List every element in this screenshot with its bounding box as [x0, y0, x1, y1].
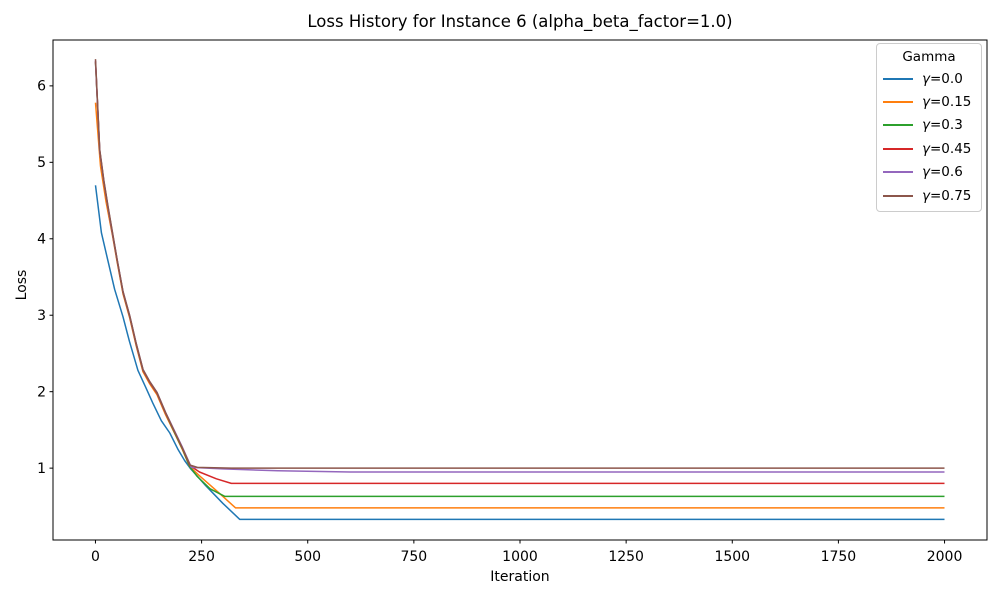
y-tick-label: 1: [37, 461, 46, 477]
legend-item-label: γ=0.75: [922, 187, 972, 204]
y-tick-label: 6: [37, 79, 46, 95]
legend-item-3: γ=0.45: [877, 137, 981, 160]
y-axis-label: Loss: [14, 269, 30, 301]
x-tick-label: 250: [188, 549, 215, 565]
axes-spines: [52, 39, 988, 541]
legend-line-swatch: [883, 147, 913, 150]
x-tick-label: 2000: [927, 549, 963, 565]
legend-item-1: γ=0.15: [877, 90, 981, 113]
legend-item-label: γ=0.6: [922, 164, 963, 181]
y-tick-label: 4: [37, 231, 46, 247]
series-line-1: [94, 102, 945, 509]
series-line-4: [94, 60, 945, 473]
x-tick-label: 750: [400, 549, 427, 565]
legend-item-label: γ=0.15: [922, 94, 972, 111]
legend-item-0: γ=0.0: [877, 67, 981, 90]
x-tick-label: 1750: [821, 549, 857, 565]
series-line-2: [94, 62, 945, 498]
legend-line-swatch: [883, 77, 913, 80]
legend-item-2: γ=0.3: [877, 114, 981, 137]
figure-canvas: 0 250 500 750 1000 1250 1500 1750 2000 1 2 3 4 5 6 Los…: [0, 0, 1000, 600]
legend-items: γ=0.0 γ=0.15 γ=0.3 γ=0.45 γ=0.6 γ=0.75: [877, 67, 981, 207]
legend-line-swatch: [883, 101, 913, 104]
legend-line-swatch: [883, 194, 913, 197]
legend-title: Gamma: [902, 49, 956, 65]
y-tick-label: 3: [37, 308, 46, 324]
x-axis-label: Iteration: [490, 569, 550, 585]
y-tick-label: 2: [37, 384, 46, 400]
y-tick-label: 5: [37, 155, 46, 171]
series-line-5: [94, 59, 945, 469]
x-tick-label: 1250: [608, 549, 644, 565]
legend-item-4: γ=0.6: [877, 161, 981, 184]
legend-item-label: γ=0.3: [922, 117, 963, 134]
legend-item-5: γ=0.75: [877, 184, 981, 207]
legend-line-swatch: [883, 124, 913, 127]
x-tick-label: 1500: [714, 549, 750, 565]
legend: Gamma γ=0.0 γ=0.15 γ=0.3 γ=0.45 γ=0.6 γ=0.75: [876, 43, 982, 212]
x-tick-label: 500: [294, 549, 321, 565]
x-tick-label: 0: [91, 549, 100, 565]
x-tick-label: 1000: [502, 549, 538, 565]
legend-item-label: γ=0.0: [922, 70, 963, 87]
plot-area: 0 250 500 750 1000 1250 1500 1750 2000 1 2 3 4 5 6: [37, 39, 988, 565]
legend-item-label: γ=0.45: [922, 140, 972, 157]
series-line-3: [94, 61, 945, 485]
legend-line-swatch: [883, 171, 913, 174]
chart-title: Loss History for Instance 6 (alpha_beta_…: [307, 12, 733, 31]
